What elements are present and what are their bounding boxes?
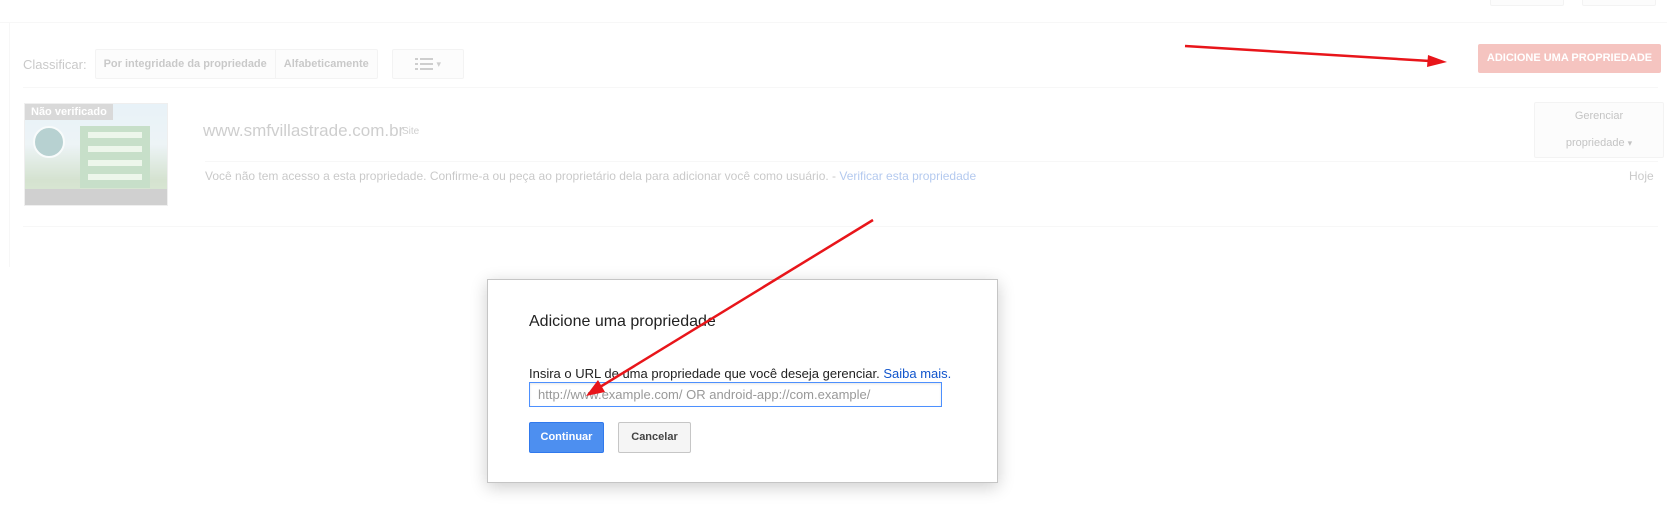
top-bar-button[interactable] (1490, 0, 1564, 6)
cancel-button[interactable]: Cancelar (618, 422, 691, 453)
sort-segmented-control: Por integridade da propriedade Alfabetic… (94, 49, 378, 79)
sort-by-health-button[interactable]: Por integridade da propriedade (96, 50, 276, 78)
add-property-button[interactable]: ADICIONE UMA PROPRIEDADE (1478, 44, 1661, 73)
view-mode-button[interactable]: ▾ (391, 49, 464, 79)
manage-button-label-line1: Gerenciar (1574, 110, 1624, 122)
dialog-prompt-text: Insira o URL de uma propriedade que você… (529, 366, 880, 381)
divider (205, 161, 1658, 162)
property-thumbnail[interactable]: Não verificado (24, 103, 168, 206)
thumbnail-building-image (80, 126, 150, 188)
thumbnail-ground-image (25, 189, 167, 205)
property-url-link[interactable]: www.smfvillastrade.com.br (203, 121, 404, 141)
manage-property-button[interactable]: Gerenciar propriedade ▾ (1534, 102, 1664, 158)
chevron-down-icon: ▾ (1627, 138, 1633, 148)
top-bar-button[interactable] (1582, 0, 1656, 6)
divider (23, 87, 1658, 88)
thumbnail-logo-image (33, 126, 65, 158)
manage-button-label-line2: propriedade ▾ (1565, 137, 1633, 149)
sort-controls: Classificar: Por integridade da propried… (23, 49, 464, 79)
learn-more-link[interactable]: Saiba mais. (883, 366, 951, 381)
continue-button[interactable]: Continuar (529, 422, 604, 453)
unverified-badge: Não verificado (25, 104, 113, 120)
annotation-arrow-to-add-button (1184, 44, 1447, 67)
chevron-down-icon: ▾ (436, 58, 442, 69)
access-notice: Você não tem acesso a esta propriedade. … (205, 169, 976, 183)
property-date: Hoje (1629, 169, 1654, 183)
divider (9, 22, 10, 267)
divider (23, 226, 1658, 227)
property-type-label: Site (402, 126, 420, 137)
top-bar (0, 0, 1667, 23)
sort-alphabetical-button[interactable]: Alfabeticamente (276, 50, 377, 78)
verify-property-link[interactable]: Verificar esta propriedade (839, 169, 976, 183)
access-notice-text: Você não tem acesso a esta propriedade. … (205, 169, 837, 183)
sort-label: Classificar: (23, 56, 87, 72)
property-url-input[interactable] (529, 382, 942, 407)
dialog-title: Adicione uma propriedade (529, 313, 716, 330)
dialog-prompt: Insira o URL de uma propriedade que você… (529, 366, 951, 381)
add-property-dialog: Adicione uma propriedade Insira o URL de… (487, 279, 998, 483)
list-view-icon (414, 58, 433, 70)
